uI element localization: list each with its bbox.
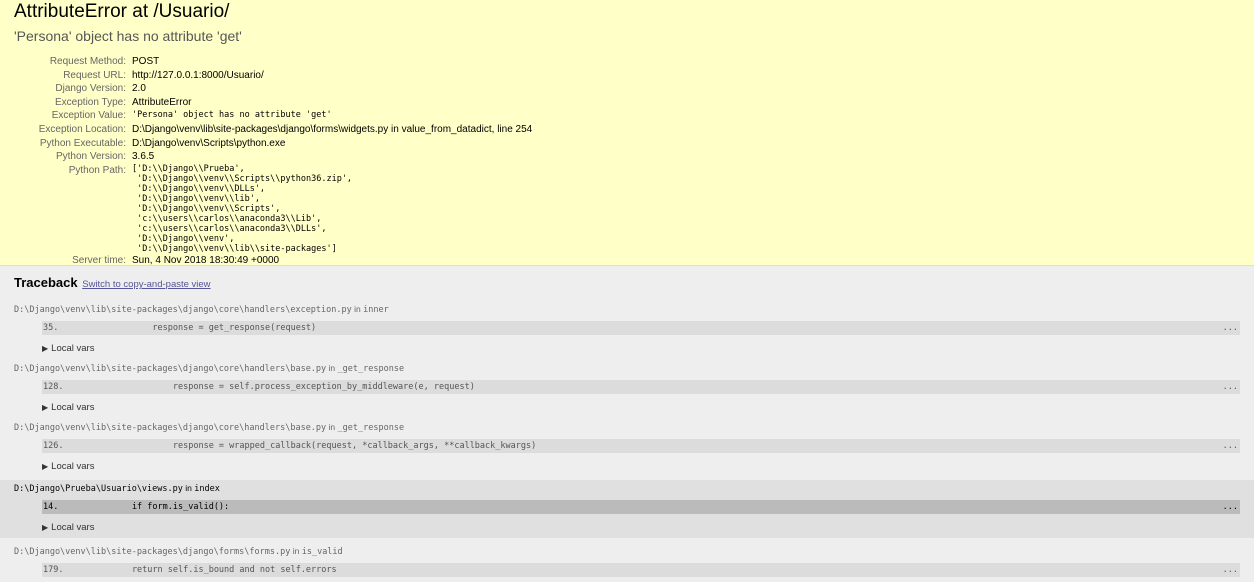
triangle-right-icon: ▶ bbox=[42, 344, 49, 353]
traceback-heading: Traceback Switch to copy-and-paste view bbox=[14, 275, 1240, 293]
exception-value-heading: 'Persona' object has no attribute 'get' bbox=[14, 28, 242, 44]
frame-location: D:\Django\Prueba\Usuario\views.py in ind… bbox=[14, 482, 1240, 494]
expand-context-button[interactable]: ... bbox=[1223, 321, 1238, 335]
frame-gap bbox=[14, 355, 1240, 362]
frame-code: if form.is_valid(): bbox=[91, 502, 230, 512]
frame-in-word: in bbox=[292, 546, 300, 556]
meta-value: D:\Django\venv\lib\site-packages\django\… bbox=[132, 123, 533, 135]
meta-row: Request URL: http://127.0.0.1:8000/Usuari… bbox=[14, 69, 532, 83]
meta-value: D:\Django\venv\Scripts\python.exe bbox=[132, 137, 286, 149]
frame-file: D:\Django\venv\lib\site-packages\django\… bbox=[14, 364, 327, 374]
meta-label: Django Version: bbox=[55, 83, 126, 95]
meta-row: Python Executable: D:\Django\venv\Scripts… bbox=[14, 137, 532, 151]
traceback-frame: D:\Django\venv\lib\site-packages\django\… bbox=[14, 545, 1240, 577]
expand-context-button[interactable]: ... bbox=[1223, 500, 1238, 514]
frame-function: is_valid bbox=[301, 547, 343, 557]
meta-row: Django Version: 2.0 bbox=[14, 82, 532, 96]
triangle-right-icon: ▶ bbox=[42, 523, 49, 532]
frame-in-word: in bbox=[185, 483, 192, 493]
meta-row: Exception Type: AttributeError bbox=[14, 96, 532, 110]
meta-label: Python Version: bbox=[55, 151, 126, 163]
meta-value: 2.0 bbox=[132, 83, 146, 95]
meta-label: Exception Type: bbox=[55, 96, 126, 108]
frame-file: D:\Django\venv\lib\site-packages\django\… bbox=[14, 305, 352, 315]
meta-value: AttributeError bbox=[132, 96, 192, 108]
traceback-frame-user: D:\Django\Prueba\Usuario\views.py in ind… bbox=[0, 480, 1254, 538]
meta-label: Exception Value: bbox=[51, 110, 126, 122]
meta-row: Exception Location: D:\Django\venv\lib\si… bbox=[14, 123, 533, 137]
frame-gap bbox=[14, 538, 1240, 545]
expand-context-button[interactable]: ... bbox=[1223, 380, 1238, 394]
local-vars-toggle[interactable]: ▶ Local vars bbox=[42, 522, 1240, 534]
frame-in-word: in bbox=[354, 304, 361, 314]
frame-in-word: in bbox=[328, 363, 336, 373]
traceback-section: Traceback Switch to copy-and-paste view … bbox=[0, 266, 1254, 577]
meta-value: http://127.0.0.1:8000/Usuario/ bbox=[132, 69, 264, 81]
meta-row-python-path: Python Path: ['D:\\Django\\Prueba', 'D:\\… bbox=[14, 164, 532, 254]
meta-label: Request Method: bbox=[49, 56, 126, 67]
frame-function: index bbox=[194, 484, 220, 494]
switch-copy-paste-link[interactable]: Switch to copy-and-paste view bbox=[82, 279, 210, 290]
frame-code: response = self.process_exception_by_mid… bbox=[91, 382, 475, 392]
meta-table-body: Request Method: POST Request URL: http://12… bbox=[14, 55, 533, 267]
triangle-right-icon: ▶ bbox=[42, 403, 49, 412]
frame-line-number: 179. bbox=[43, 565, 64, 575]
frame-function: _get_response bbox=[337, 364, 405, 374]
frame-context-line[interactable]: 128. response = self.process_exception_b… bbox=[42, 380, 1240, 394]
local-vars-label: Local vars bbox=[51, 402, 95, 413]
frame-location: D:\Django\venv\lib\site-packages\django\… bbox=[14, 362, 1240, 374]
frame-file: D:\Django\venv\lib\site-packages\django\… bbox=[14, 547, 291, 557]
traceback-frame: D:\Django\venv\lib\site-packages\django\… bbox=[14, 362, 1240, 414]
frame-file: D:\Django\venv\lib\site-packages\django\… bbox=[14, 423, 327, 433]
error-summary: AttributeError at /Usuario/ 'Persona' ob… bbox=[0, 0, 1254, 266]
frame-line-number: 14. bbox=[43, 502, 59, 512]
frame-gap bbox=[14, 414, 1240, 421]
meta-row: Exception Value: 'Persona' object has no … bbox=[14, 109, 532, 123]
meta-value: 'Persona' object has no attribute 'get' bbox=[132, 110, 332, 121]
frame-location: D:\Django\venv\lib\site-packages\django\… bbox=[14, 303, 1240, 315]
expand-context-button[interactable]: ... bbox=[1223, 439, 1238, 453]
frame-in-word: in bbox=[328, 422, 336, 432]
python-path-value: ['D:\\Django\\Prueba', 'D:\\Django\\venv… bbox=[132, 163, 353, 254]
frame-context-line[interactable]: 35. response = get_response(request) ... bbox=[42, 321, 1240, 335]
traceback-frames: D:\Django\venv\lib\site-packages\django\… bbox=[0, 303, 1254, 577]
meta-value: POST bbox=[132, 56, 160, 67]
meta-value: ['D:\\Django\\Prueba', 'D:\\Django\\venv… bbox=[132, 164, 532, 254]
meta-value: 3.6.5 bbox=[132, 151, 155, 163]
local-vars-toggle[interactable]: ▶ Local vars bbox=[42, 461, 1240, 473]
local-vars-label: Local vars bbox=[51, 522, 95, 533]
request-meta-table: Request Method: POST Request URL: http://12… bbox=[14, 55, 533, 267]
frame-code: response = get_response(request) bbox=[91, 323, 317, 333]
frame-code: return self.is_bound and not self.errors bbox=[91, 565, 337, 575]
traceback-frame: D:\Django\venv\lib\site-packages\django\… bbox=[14, 303, 1240, 355]
meta-row: Request Method: POST bbox=[14, 55, 532, 69]
local-vars-label: Local vars bbox=[51, 461, 95, 472]
meta-label: Request URL: bbox=[63, 69, 126, 81]
frame-location: D:\Django\venv\lib\site-packages\django\… bbox=[14, 545, 1240, 557]
meta-row: Python Version: 3.6.5 bbox=[14, 150, 532, 164]
frame-context-line[interactable]: 126. response = wrapped_callback(request… bbox=[42, 439, 1240, 453]
meta-label: Python Path: bbox=[68, 164, 126, 176]
traceback-title: Traceback bbox=[14, 275, 78, 290]
frame-gap bbox=[14, 473, 1240, 480]
frame-context-line[interactable]: 179. return self.is_bound and not self.e… bbox=[42, 563, 1240, 577]
triangle-right-icon: ▶ bbox=[42, 462, 49, 471]
frame-line-number: 126. bbox=[43, 441, 64, 451]
frame-line-number: 128. bbox=[43, 382, 64, 392]
local-vars-label: Local vars bbox=[51, 343, 95, 354]
page-title: AttributeError at /Usuario/ bbox=[14, 1, 230, 22]
meta-label: Python Executable: bbox=[39, 137, 126, 149]
frame-code: response = wrapped_callback(request, *ca… bbox=[91, 441, 537, 451]
frame-file: D:\Django\Prueba\Usuario\views.py bbox=[14, 484, 183, 494]
frame-location: D:\Django\venv\lib\site-packages\django\… bbox=[14, 421, 1240, 433]
frame-line-number: 35. bbox=[43, 323, 59, 333]
frame-function: _get_response bbox=[337, 423, 405, 433]
local-vars-toggle[interactable]: ▶ Local vars bbox=[42, 343, 1240, 355]
local-vars-toggle[interactable]: ▶ Local vars bbox=[42, 402, 1240, 414]
meta-label: Exception Location: bbox=[38, 123, 126, 135]
frame-context-line[interactable]: 14. if form.is_valid(): ... bbox=[42, 500, 1240, 514]
expand-context-button[interactable]: ... bbox=[1223, 563, 1238, 577]
traceback-frame: D:\Django\venv\lib\site-packages\django\… bbox=[14, 421, 1240, 473]
frame-function: inner bbox=[363, 305, 389, 315]
